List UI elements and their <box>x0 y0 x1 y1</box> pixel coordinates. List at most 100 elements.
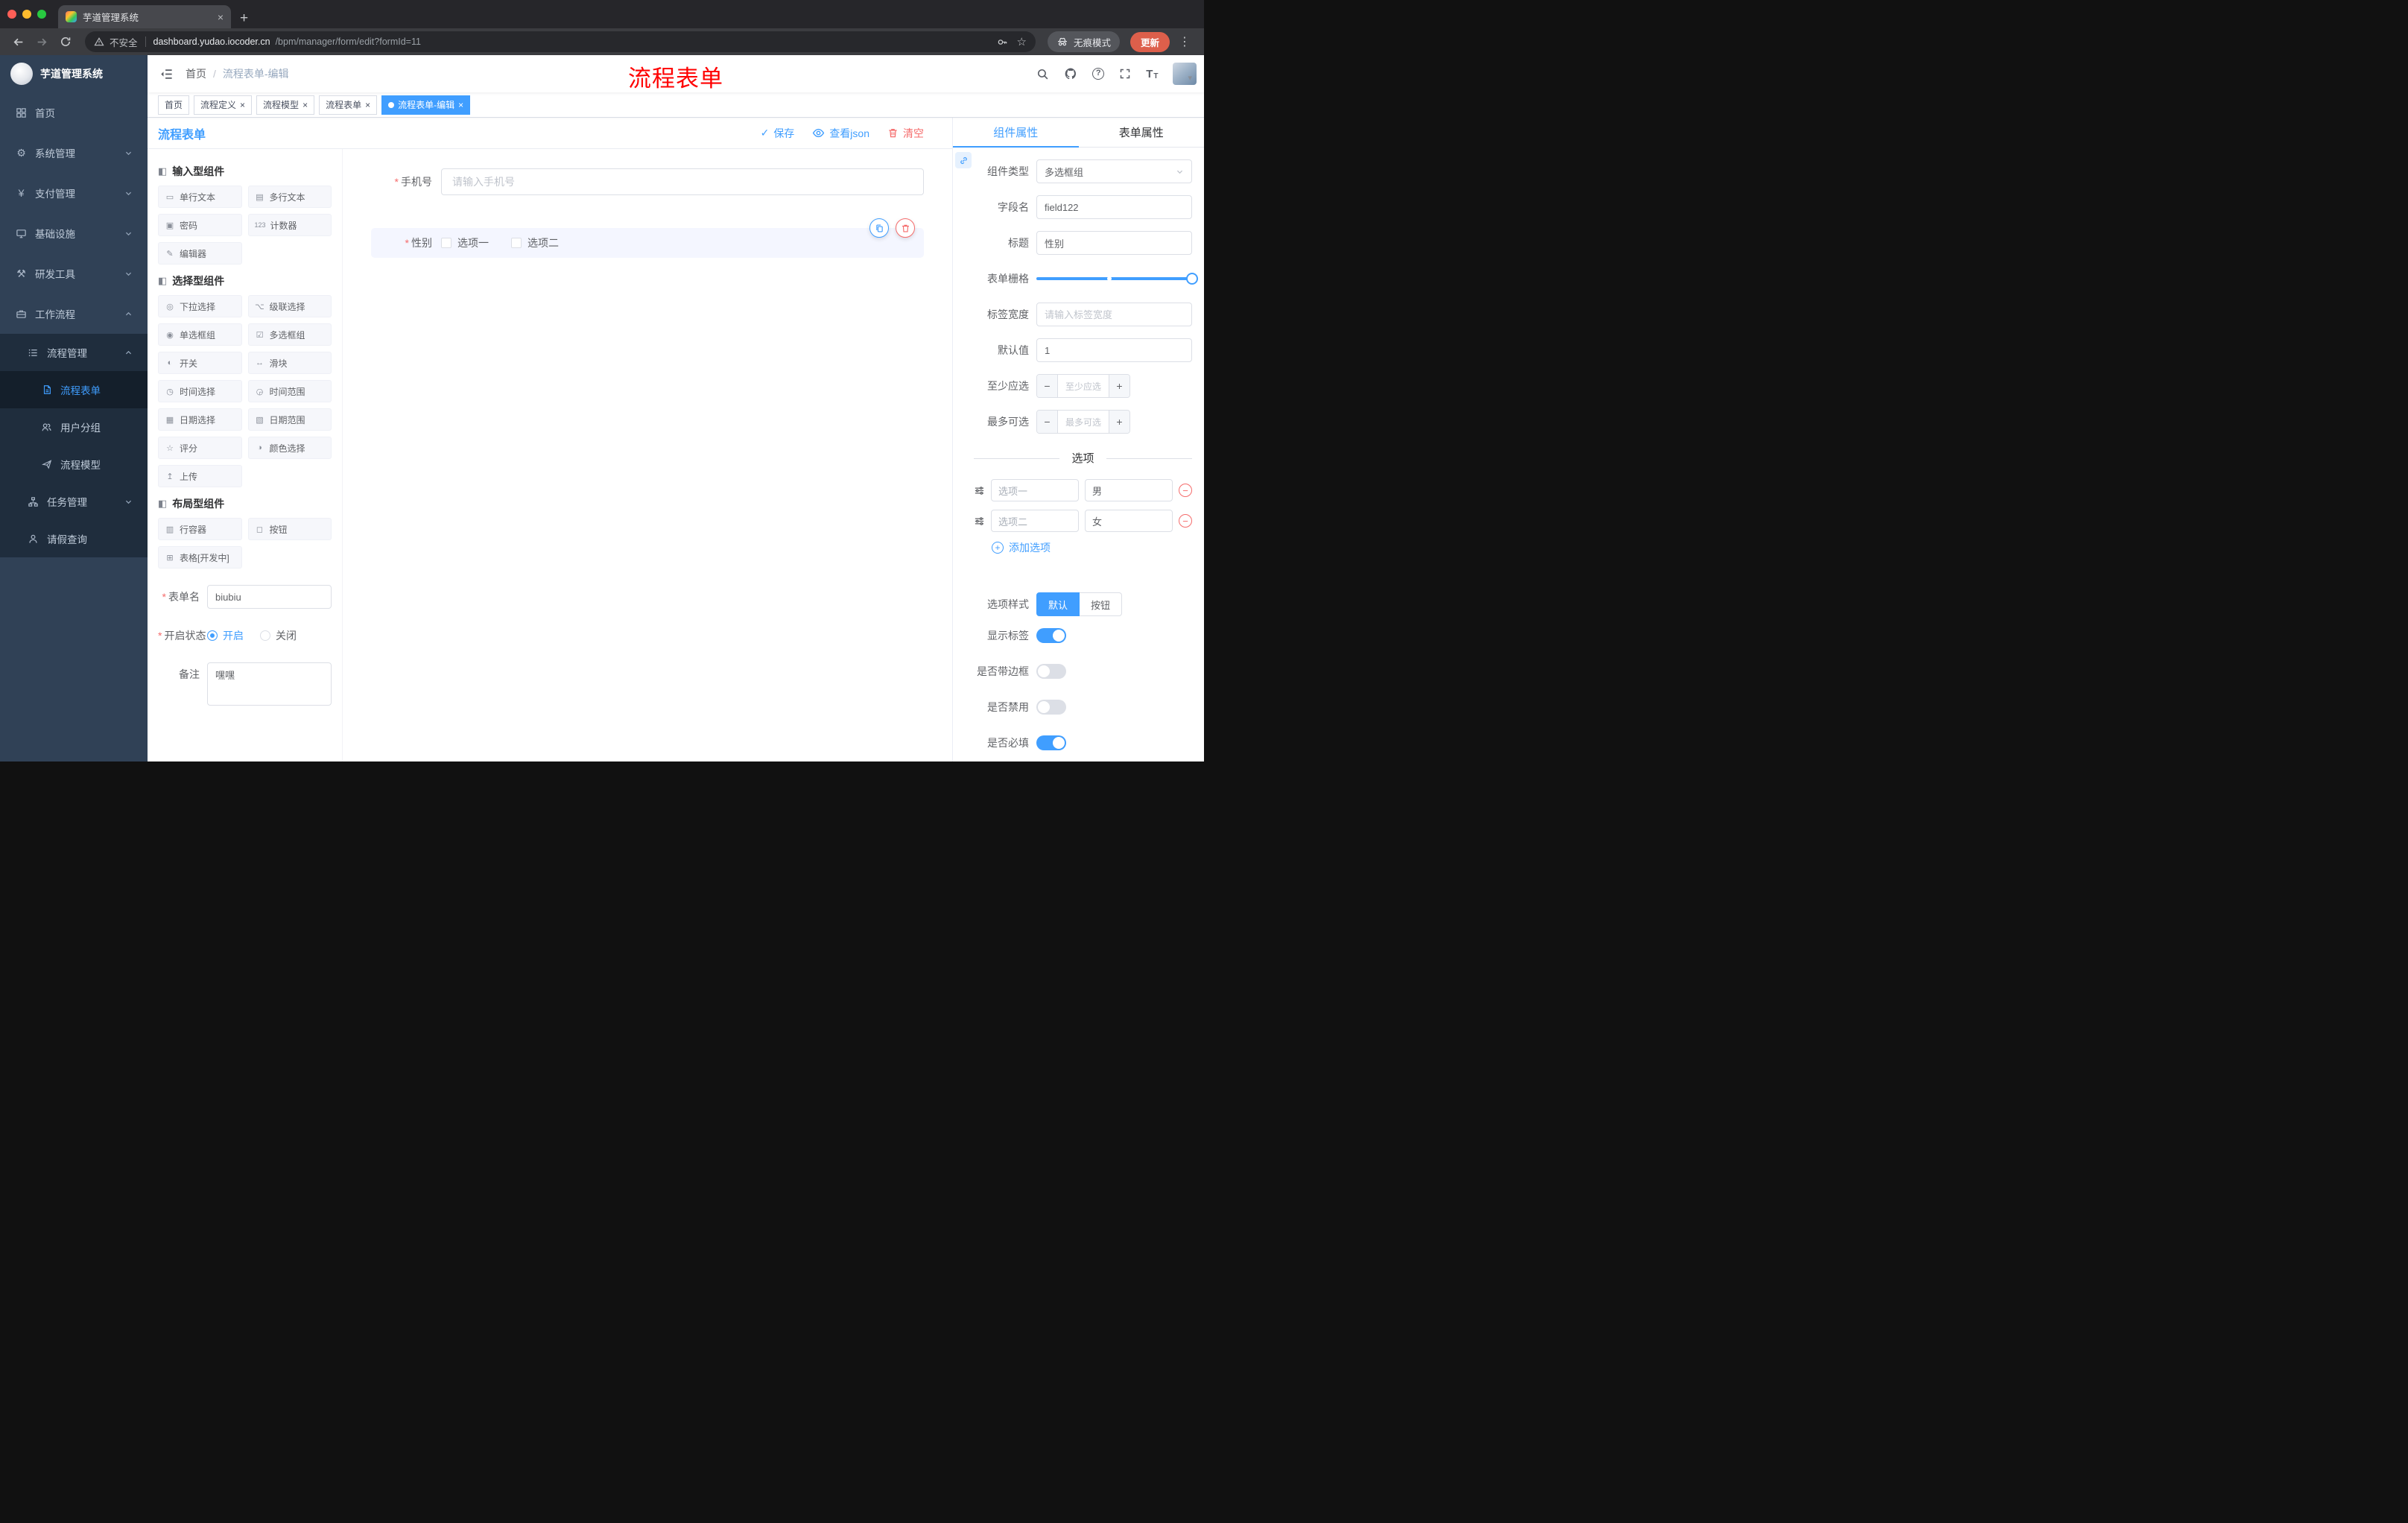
tag-close-icon[interactable]: × <box>302 101 308 110</box>
palette-item[interactable]: ▧ 日期范围 <box>247 408 332 431</box>
decrease-button[interactable]: − <box>1037 411 1058 433</box>
drag-handle-icon[interactable] <box>974 485 985 496</box>
sidebar-item-task-management[interactable]: 任务管理 <box>0 483 148 520</box>
browser-menu-icon[interactable]: ⋮ <box>1173 34 1197 49</box>
palette-item[interactable]: ⌥ 级联选择 <box>247 295 332 317</box>
sidebar-item-process-model[interactable]: 流程模型 <box>0 446 148 483</box>
search-icon[interactable] <box>1036 68 1049 80</box>
decrease-button[interactable]: − <box>1037 375 1058 397</box>
show-label-toggle[interactable] <box>1036 628 1066 643</box>
sidebar-item-devtools[interactable]: ⚒ 研发工具 <box>0 253 148 294</box>
checkbox-icon[interactable] <box>441 238 452 248</box>
palette-item[interactable]: ◷ 时间选择 <box>158 380 242 402</box>
tab-component-props[interactable]: 组件属性 <box>953 118 1079 148</box>
tags-view-item[interactable]: 流程表单 × <box>319 95 378 115</box>
palette-item[interactable]: ☑ 多选框组 <box>247 323 332 346</box>
avatar-caret-icon[interactable]: ▾ <box>1188 73 1192 83</box>
component-type-select[interactable]: 多选框组 <box>1036 159 1192 183</box>
delete-widget-button[interactable] <box>896 218 915 238</box>
max-select-input[interactable]: 最多可选 <box>1058 411 1109 433</box>
bookmark-star-icon[interactable]: ☆ <box>1017 35 1027 48</box>
update-button[interactable]: 更新 <box>1129 31 1170 52</box>
checkbox-option-1[interactable]: 选项一 <box>441 235 489 250</box>
min-select-input[interactable]: 至少应选 <box>1058 375 1109 397</box>
palette-item[interactable]: ◉ 单选框组 <box>158 323 242 346</box>
view-json-button[interactable]: 查看json <box>812 126 869 141</box>
sidebar-item-payment[interactable]: ¥ 支付管理 <box>0 173 148 213</box>
copy-widget-button[interactable] <box>869 218 889 238</box>
palette-item[interactable]: ▭ 单行文本 <box>158 186 242 208</box>
sidebar-item-process-management[interactable]: 流程管理 <box>0 334 148 371</box>
github-icon[interactable] <box>1064 67 1077 80</box>
palette-item[interactable]: ☆ 评分 <box>158 437 242 459</box>
palette-item[interactable]: ▥ 行容器 <box>158 518 242 540</box>
clear-button[interactable]: 清空 <box>887 126 924 141</box>
font-size-icon[interactable]: TT <box>1146 68 1158 80</box>
increase-button[interactable]: + <box>1109 375 1129 397</box>
sidebar-toggle-icon[interactable] <box>159 67 174 81</box>
title-input[interactable] <box>1036 231 1192 255</box>
add-option-button[interactable]: + 添加选项 <box>992 540 1192 555</box>
breadcrumb-root[interactable]: 首页 <box>186 66 206 81</box>
window-minimize-button[interactable] <box>22 10 31 19</box>
phone-input[interactable] <box>441 168 924 195</box>
disabled-toggle[interactable] <box>1036 700 1066 715</box>
tag-close-icon[interactable]: × <box>240 101 245 110</box>
back-button[interactable] <box>7 31 28 52</box>
option-name-input[interactable] <box>991 510 1079 532</box>
save-button[interactable]: ✓ 保存 <box>761 126 795 141</box>
option-style-button-button[interactable]: 按钮 <box>1080 592 1123 616</box>
sidebar-item-process-form[interactable]: 流程表单 <box>0 371 148 408</box>
palette-item[interactable]: ▤ 多行文本 <box>247 186 332 208</box>
new-tab-button[interactable]: + <box>231 11 257 28</box>
tag-close-icon[interactable]: × <box>458 101 463 110</box>
palette-item[interactable]: ▦ 日期选择 <box>158 408 242 431</box>
option-style-default-button[interactable]: 默认 <box>1036 592 1080 616</box>
drag-handle-icon[interactable] <box>974 516 985 527</box>
palette-item[interactable]: ◻ 按钮 <box>247 518 332 540</box>
avatar[interactable] <box>1173 63 1197 85</box>
field-name-input[interactable] <box>1036 195 1192 219</box>
palette-item[interactable]: 123 计数器 <box>247 214 332 236</box>
remark-textarea[interactable]: 嘿嘿 <box>207 662 332 706</box>
remove-option-button[interactable]: − <box>1179 514 1192 528</box>
window-close-button[interactable] <box>7 10 16 19</box>
label-width-input[interactable] <box>1036 303 1192 326</box>
sidebar-item-home[interactable]: 首页 <box>0 92 148 133</box>
tags-view-item[interactable]: 流程定义 × <box>194 95 253 115</box>
palette-item[interactable]: ✎ 编辑器 <box>158 242 242 265</box>
tab-form-props[interactable]: 表单属性 <box>1079 118 1205 147</box>
reload-button[interactable] <box>55 31 76 52</box>
browser-tab[interactable]: 芋道管理系统 × <box>58 5 231 28</box>
help-icon[interactable]: ? <box>1092 68 1105 80</box>
checkbox-option-2[interactable]: 选项二 <box>511 235 559 250</box>
tag-close-icon[interactable]: × <box>365 101 370 110</box>
option-value-input[interactable] <box>1085 479 1173 501</box>
sidebar-item-infrastructure[interactable]: 基础设施 <box>0 213 148 253</box>
increase-button[interactable]: + <box>1109 411 1129 433</box>
form-name-input[interactable] <box>207 585 332 609</box>
phone-field-row[interactable]: 手机号 <box>371 168 924 195</box>
status-on-radio[interactable]: 开启 <box>207 628 244 643</box>
border-toggle[interactable] <box>1036 664 1066 679</box>
forward-button[interactable] <box>31 31 52 52</box>
sidebar-item-workflow[interactable]: 工作流程 <box>0 294 148 334</box>
sidebar-item-user-group[interactable]: 用户分组 <box>0 408 148 446</box>
palette-item[interactable]: ◎ 下拉选择 <box>158 295 242 317</box>
remove-option-button[interactable]: − <box>1179 484 1192 497</box>
sidebar-item-system[interactable]: ⚙ 系统管理 <box>0 133 148 173</box>
sidebar-item-leave-query[interactable]: 请假查询 <box>0 520 148 557</box>
palette-item[interactable]: ▣ 密码 <box>158 214 242 236</box>
selected-widget-gender[interactable]: 性别 选项一 选项二 <box>371 218 924 258</box>
window-zoom-button[interactable] <box>37 10 46 19</box>
tags-view-item-active[interactable]: 流程表单-编辑 × <box>381 95 471 115</box>
address-bar[interactable]: 不安全 dashboard.yudao.iocoder.cn/bpm/manag… <box>85 31 1036 52</box>
key-icon[interactable] <box>997 37 1008 48</box>
link-icon[interactable] <box>955 152 972 168</box>
form-grid-slider[interactable] <box>1036 267 1198 291</box>
fullscreen-icon[interactable] <box>1119 68 1131 80</box>
palette-item[interactable]: ↥ 上传 <box>158 465 242 487</box>
status-off-radio[interactable]: 关闭 <box>260 628 297 643</box>
tab-close-icon[interactable]: × <box>218 12 224 22</box>
palette-item[interactable]: ◑ 颜色选择 <box>247 437 332 459</box>
